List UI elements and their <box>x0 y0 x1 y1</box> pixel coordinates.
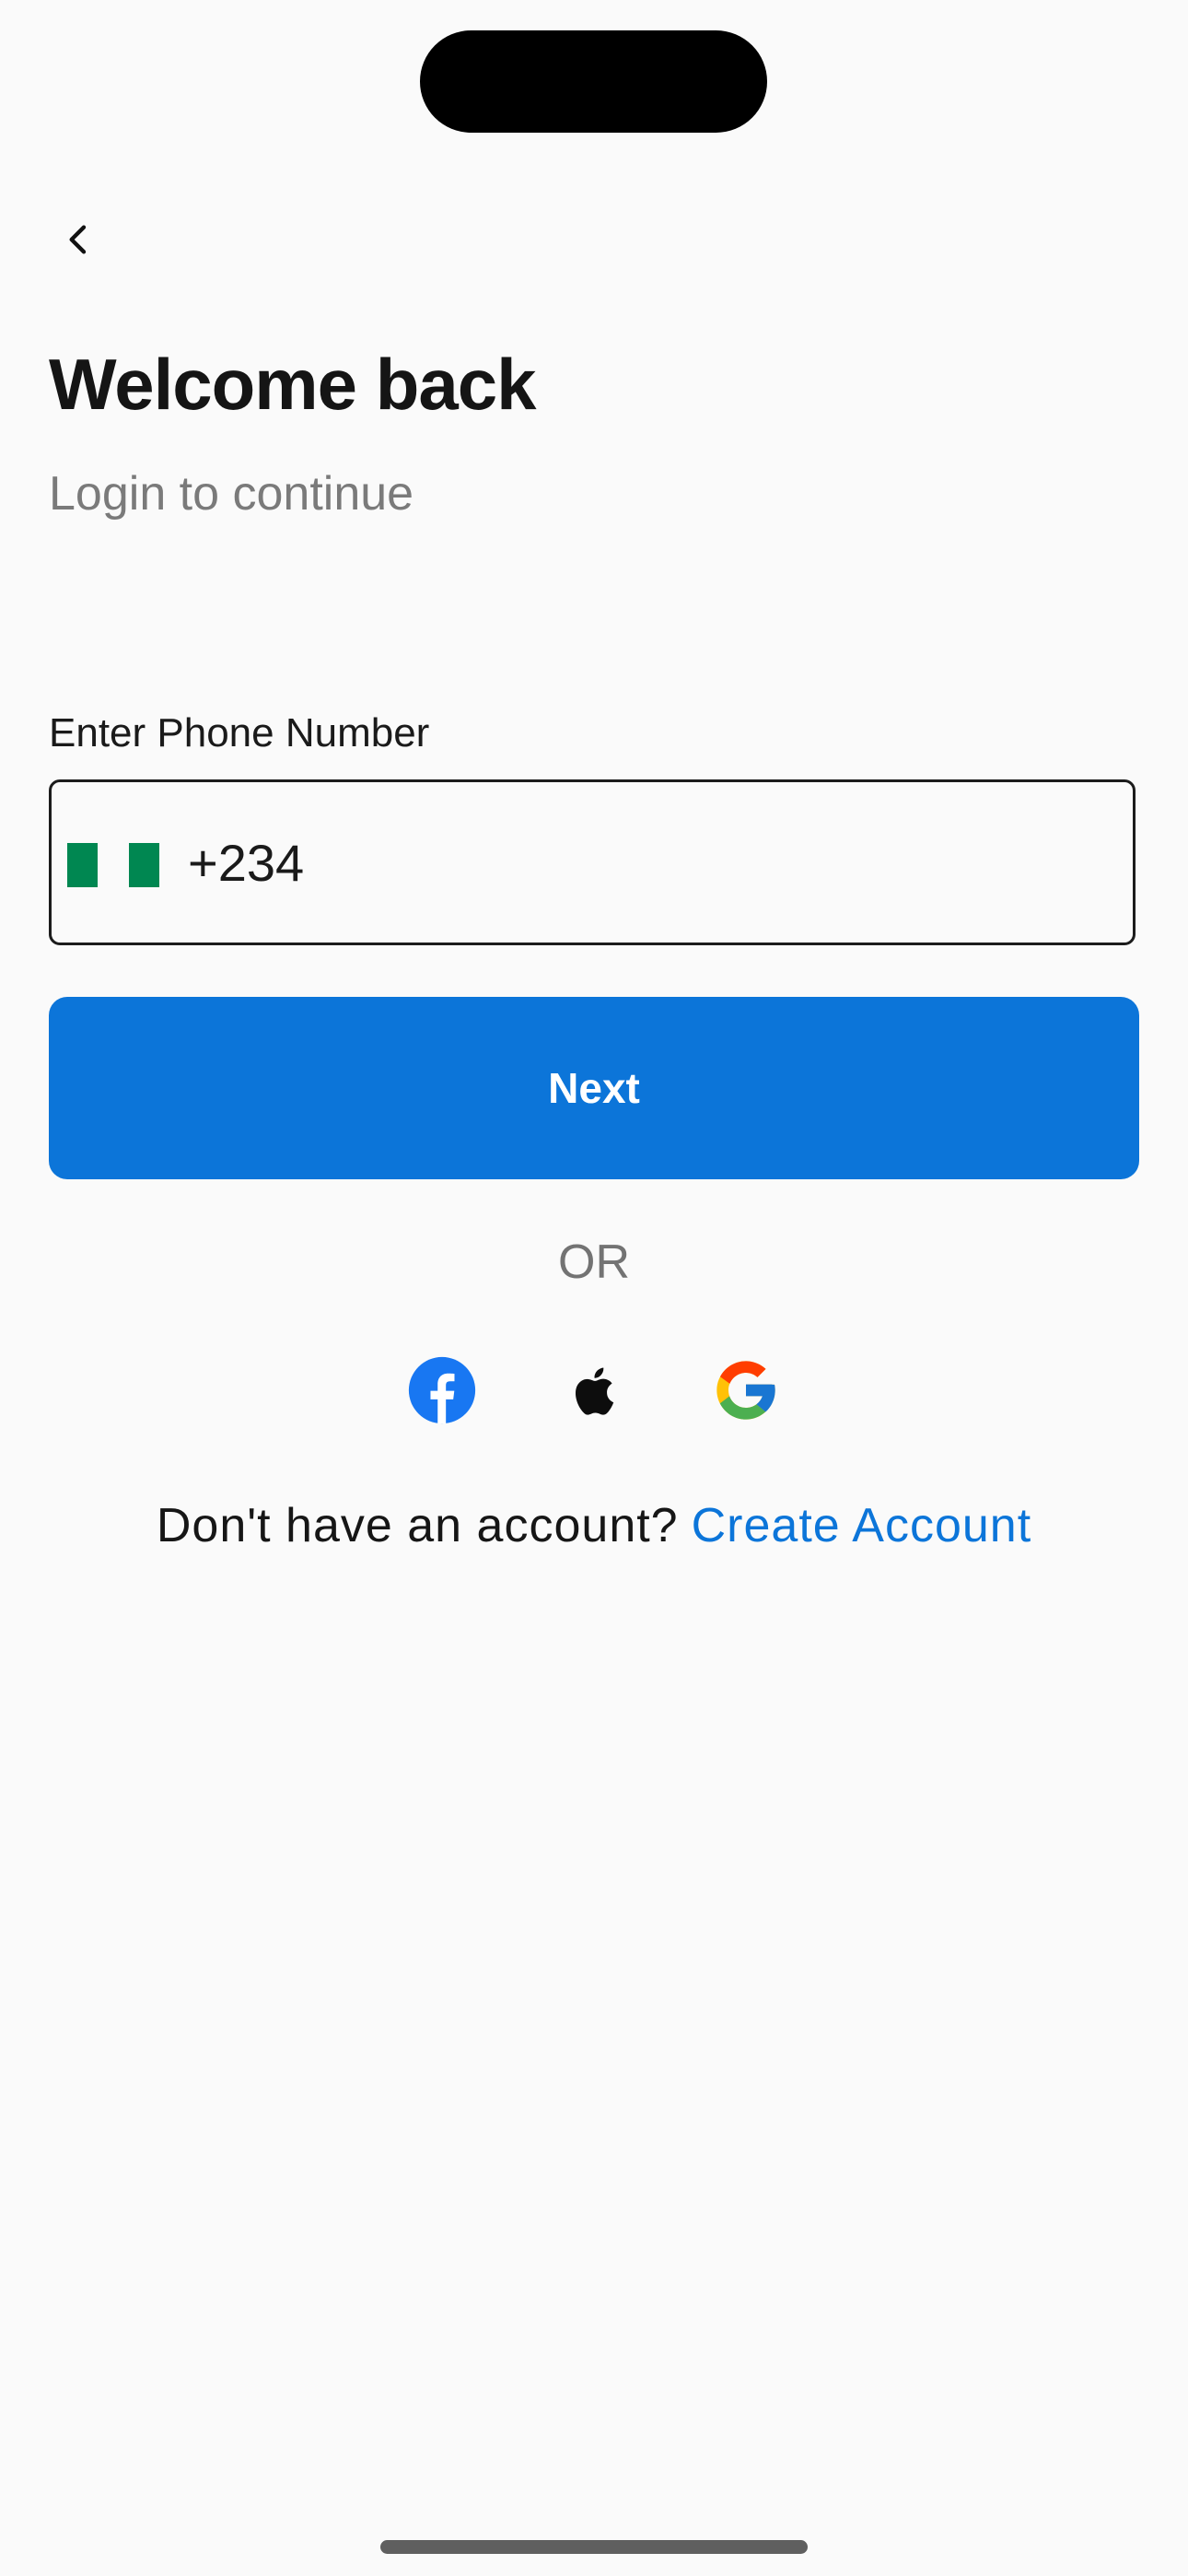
signup-prompt-row: Don't have an account? Create Account <box>0 1498 1188 1553</box>
facebook-icon <box>408 1356 476 1424</box>
google-login-button[interactable] <box>709 1353 783 1427</box>
dial-code: +234 <box>188 833 305 892</box>
dynamic-island <box>420 30 767 133</box>
page-subtitle: Login to continue <box>49 467 414 521</box>
apple-login-button[interactable] <box>557 1353 631 1427</box>
phone-number-input[interactable] <box>328 819 1105 913</box>
phone-field-label: Enter Phone Number <box>49 710 430 755</box>
signup-prompt: Don't have an account? <box>156 1499 679 1552</box>
page-title: Welcome back <box>49 344 536 425</box>
create-account-link[interactable]: Create Account <box>692 1499 1032 1552</box>
google-icon <box>716 1361 775 1420</box>
phone-field[interactable]: +234 <box>49 779 1136 945</box>
social-login-row <box>0 1353 1188 1427</box>
or-divider: OR <box>558 1235 630 1289</box>
chevron-left-icon <box>69 225 87 254</box>
next-button[interactable]: Next <box>49 997 1139 1179</box>
facebook-login-button[interactable] <box>405 1353 479 1427</box>
apple-icon <box>575 1367 614 1415</box>
back-button[interactable] <box>48 208 111 271</box>
home-indicator[interactable] <box>380 2540 808 2554</box>
nigeria-flag-icon[interactable] <box>67 843 159 887</box>
